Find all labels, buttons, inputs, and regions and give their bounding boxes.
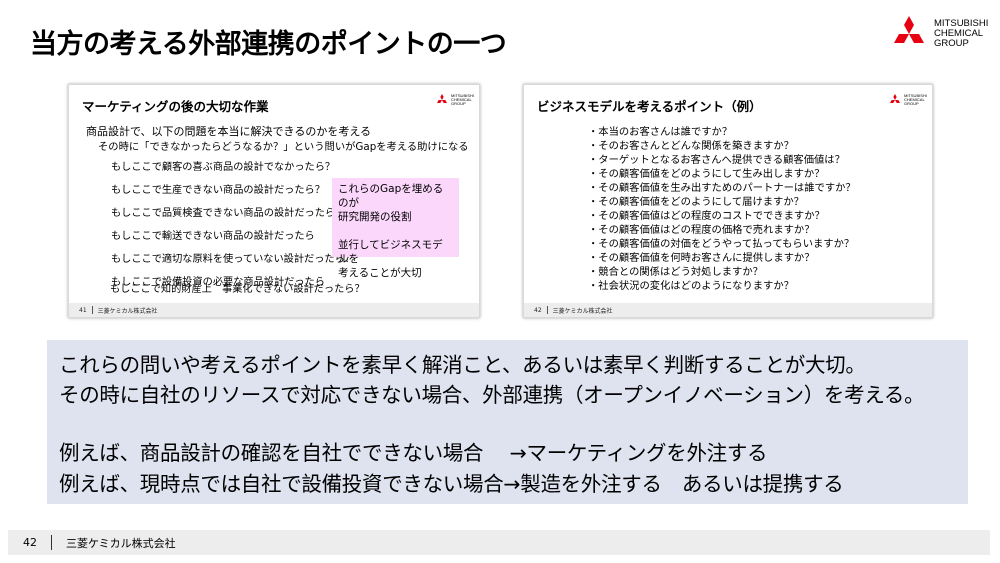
slide-footer: 41 三菱ケミカル株式会社 bbox=[69, 303, 479, 317]
slide-page-number: 42 bbox=[534, 306, 542, 314]
slide-title: ビジネスモデルを考えるポイント（例） bbox=[537, 99, 762, 114]
divider bbox=[51, 535, 52, 550]
list-item: ・そのお客さんとどんな関係を築きますか？ bbox=[588, 140, 794, 152]
slide-page-number: 41 bbox=[79, 306, 87, 314]
callout-box: これらのGapを埋めるのが 研究開発の役割 並行してビジネスモデルを 考えること… bbox=[332, 178, 459, 279]
logo-text-line: GROUP bbox=[904, 101, 919, 107]
list-item: もしここで品質検査できない商品の設計だったら？ bbox=[111, 208, 346, 219]
summary-line: 例えば、現時点では自社で設備投資できない場合→製造を外注する あるいは提携する bbox=[59, 472, 844, 496]
three-diamonds-icon bbox=[894, 16, 924, 43]
callout-line: 研究開発の役割 bbox=[338, 211, 412, 223]
slide-footer: 42 三菱ケミカル株式会社 bbox=[524, 303, 932, 317]
summary-box: これらの問いや考えるポイントを素早く解消こと、あるいは素早く判断することが大切。… bbox=[47, 340, 968, 504]
list-item: もしここで適切な原料を使っていない設計だったら？ bbox=[111, 254, 355, 265]
callout-line: 考えることが大切 bbox=[338, 267, 422, 279]
slide-intro-line: 商品設計で、以下の問題を本当に解決できるのかを考える bbox=[86, 125, 372, 138]
list-item: ・その顧客価値を何時お客さんに提供しますか？ bbox=[588, 252, 815, 264]
slide-thumbnail-right: ビジネスモデルを考えるポイント（例） MITSUBISHI CHEMICAL G… bbox=[523, 84, 933, 318]
slide-footer-company: 三菱ケミカル株式会社 bbox=[97, 307, 158, 315]
page-title: 当方の考える外部連携のポイントの一つ bbox=[30, 29, 507, 60]
three-diamonds-icon bbox=[437, 94, 447, 104]
divider bbox=[546, 306, 548, 314]
divider bbox=[91, 306, 93, 314]
logo-text-line: GROUP bbox=[451, 101, 466, 107]
page-number: 42 bbox=[23, 536, 37, 549]
footer-company: 三菱ケミカル株式会社 bbox=[66, 536, 176, 550]
list-item: ・その顧客価値の対価をどうやって払ってもらいますか？ bbox=[588, 238, 855, 250]
logo-text-line: GROUP bbox=[934, 37, 969, 49]
list-item: ・本当のお客さんは誰ですか？ bbox=[588, 126, 733, 138]
slide-intro-line: その時に「できなかったらどうなるか？」という問いがGapを考える助けになる bbox=[98, 141, 469, 153]
summary-line: これらの問いや考えるポイントを素早く解消こと、あるいは素早く判断することが大切。 bbox=[59, 353, 866, 377]
list-item: ・その顧客価値はどの程度の価格で売れますか？ bbox=[588, 224, 815, 236]
list-item: ・ターゲットとなるお客さんへ提供できる顧客価値は？ bbox=[588, 154, 845, 166]
company-logo: MITSUBISHI CHEMICAL GROUP bbox=[888, 16, 988, 52]
slide-logo: MITSUBISHI CHEMICAL GROUP bbox=[435, 93, 474, 107]
three-diamonds-icon bbox=[890, 94, 900, 104]
list-item: もしここで輸送できない商品の設計だったら bbox=[111, 231, 315, 242]
callout-line: これらのGapを埋めるのが bbox=[338, 183, 444, 209]
list-item: もしここで生産できない商品の設計だったら？ bbox=[111, 185, 325, 196]
summary-line: 例えば、商品設計の確認を自社でできない場合 →マーケティングを外注する bbox=[59, 441, 768, 465]
list-item: ・その顧客価値をどのようにして届けますか？ bbox=[588, 196, 804, 208]
list-item: ・社会状況の変化はどのようになりますか？ bbox=[588, 280, 794, 292]
list-item: ・その顧客価値はどの程度のコストでできますか？ bbox=[588, 210, 825, 222]
list-item: もしここで知的財産上 事業化できない設計だったら？ bbox=[110, 284, 365, 295]
list-item: もしここで顧客の喜ぶ商品の設計でなかったら？ bbox=[111, 162, 336, 173]
list-item: ・競合との関係はどう対処しますか？ bbox=[588, 266, 763, 278]
page-footer: 42 三菱ケミカル株式会社 bbox=[8, 530, 990, 555]
slide-footer-company: 三菱ケミカル株式会社 bbox=[552, 307, 613, 315]
slide-logo: MITSUBISHI CHEMICAL GROUP bbox=[888, 93, 927, 107]
slide-title: マーケティングの後の大切な作業 bbox=[82, 99, 269, 114]
callout-line bbox=[338, 224, 453, 238]
list-item: ・その顧客価値をどのようにして生み出しますか？ bbox=[588, 168, 825, 180]
callout-line: 並行してビジネスモデルを bbox=[338, 239, 443, 265]
list-item: ・その顧客価値を生み出すためのパートナーは誰ですか？ bbox=[588, 182, 856, 194]
summary-line: その時に自社のリソースで対応できない場合、外部連携（オープンイノベーション）を考… bbox=[59, 383, 925, 407]
